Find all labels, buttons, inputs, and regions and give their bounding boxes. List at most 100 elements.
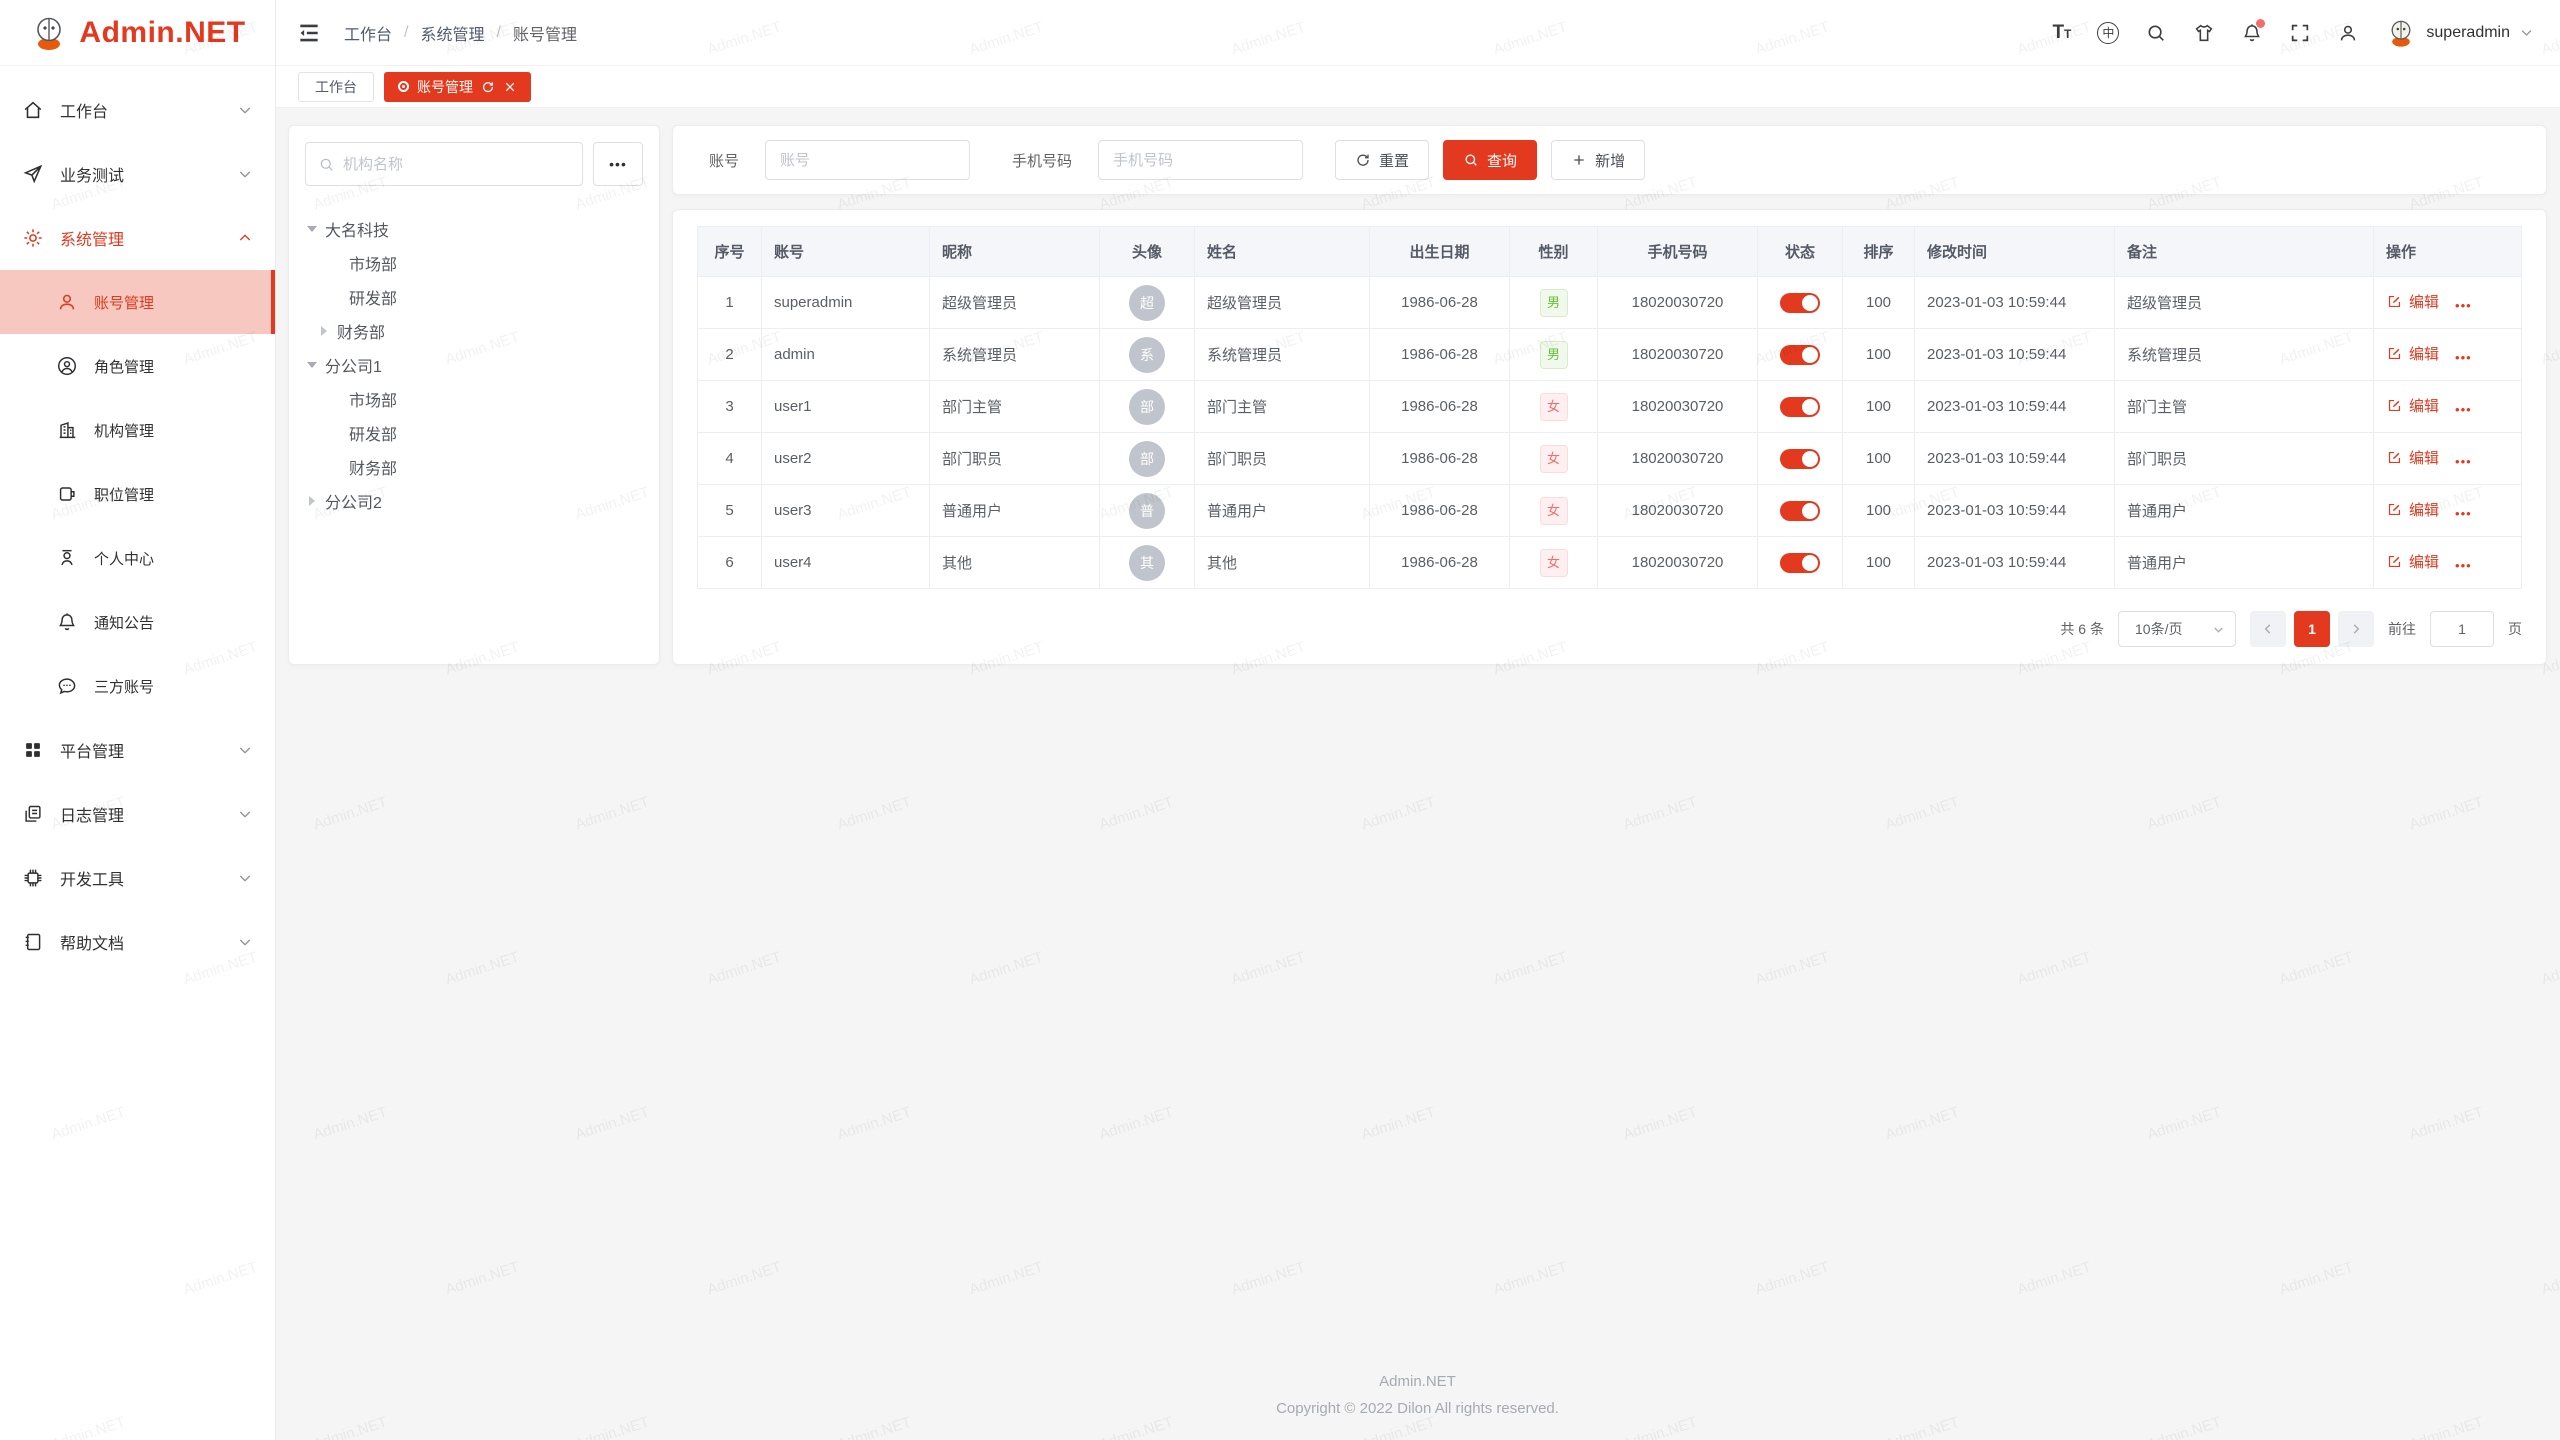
sidebar-item-business-test[interactable]: 业务测试	[0, 142, 275, 206]
table-row: 5 user3 普通用户 普 普通用户 1986-06-28 女 1802003…	[698, 485, 2522, 537]
edit-button[interactable]: 编辑	[2386, 447, 2439, 468]
sidebar-item-log-management[interactable]: 日志管理	[0, 782, 275, 846]
tree-node[interactable]: 研发部	[305, 280, 643, 314]
sidebar-item-personal-center[interactable]: 个人中心	[0, 526, 275, 590]
edit-icon	[2386, 293, 2403, 310]
sidebar-item-account-management[interactable]: 账号管理	[0, 270, 275, 334]
org-search-box	[305, 142, 583, 186]
more-actions-button[interactable]: •••	[2455, 402, 2472, 417]
profile-icon[interactable]	[2337, 22, 2359, 44]
avatar	[2385, 17, 2417, 49]
edit-button[interactable]: 编辑	[2386, 499, 2439, 520]
fullscreen-icon[interactable]	[2289, 22, 2311, 44]
tree-node[interactable]: 分公司2	[305, 484, 643, 518]
goto-page-input[interactable]	[2430, 611, 2494, 647]
col-name: 姓名	[1195, 227, 1370, 277]
col-gender: 性别	[1510, 227, 1598, 277]
tree-node[interactable]: 财务部	[305, 314, 643, 348]
sidebar-item-third-party-account[interactable]: 三方账号	[0, 654, 275, 718]
sidebar-item-notice[interactable]: 通知公告	[0, 590, 275, 654]
header-actions: TT 中 super	[2052, 17, 2534, 49]
sidebar-item-system-management[interactable]: 系统管理	[0, 206, 275, 270]
breadcrumb-item[interactable]: 账号管理	[513, 21, 577, 45]
tree-more-button[interactable]: •••	[593, 142, 643, 186]
edit-button[interactable]: 编辑	[2386, 395, 2439, 416]
sidebar-item-workbench[interactable]: 工作台	[0, 78, 275, 142]
account-input[interactable]	[765, 140, 970, 180]
more-actions-button[interactable]: •••	[2455, 506, 2472, 521]
sidebar-item-help-docs[interactable]: 帮助文档	[0, 910, 275, 974]
filter-bar: 账号 手机号码 重置 查询	[672, 125, 2547, 195]
prev-page-button[interactable]	[2250, 611, 2286, 647]
sidebar-item-label: 平台管理	[60, 738, 237, 762]
avatar: 系	[1129, 337, 1165, 373]
more-actions-button[interactable]: •••	[2455, 454, 2472, 469]
phone-input[interactable]	[1098, 140, 1303, 180]
gender-tag: 男	[1540, 341, 1568, 369]
chevron-up-icon	[237, 230, 253, 246]
menu-fold-icon[interactable]	[296, 20, 322, 46]
tab-label: 账号管理	[417, 77, 473, 97]
search-icon[interactable]	[2145, 22, 2167, 44]
tree-node[interactable]: 财务部	[305, 450, 643, 484]
page-size-select[interactable]: 10条/页	[2118, 611, 2236, 647]
status-toggle[interactable]	[1780, 397, 1820, 417]
main-area: 工作台 / 系统管理 / 账号管理 TT 中	[276, 0, 2560, 1440]
tree-node[interactable]: 研发部	[305, 416, 643, 450]
role-icon	[56, 355, 78, 377]
edit-button[interactable]: 编辑	[2386, 291, 2439, 312]
user-menu[interactable]: superadmin	[2385, 17, 2534, 49]
avatar: 超	[1129, 285, 1165, 321]
sidebar-item-label: 业务测试	[60, 162, 237, 186]
query-button[interactable]: 查询	[1443, 140, 1537, 180]
top-header: 工作台 / 系统管理 / 账号管理 TT 中	[276, 0, 2560, 66]
sidebar-item-label: 职位管理	[94, 484, 253, 505]
page-unit-label: 页	[2508, 619, 2522, 639]
plus-icon	[1571, 152, 1587, 168]
tree-node[interactable]: 市场部	[305, 246, 643, 280]
breadcrumb-item[interactable]: 系统管理	[420, 21, 484, 45]
tree-node[interactable]: 分公司1	[305, 348, 643, 382]
current-page[interactable]: 1	[2294, 611, 2330, 647]
tab-workbench[interactable]: 工作台	[298, 72, 374, 102]
app-logo[interactable]: Admin.NET	[0, 0, 275, 66]
sidebar-item-role-management[interactable]: 角色管理	[0, 334, 275, 398]
documents-icon	[22, 803, 44, 825]
more-actions-button[interactable]: •••	[2455, 558, 2472, 573]
username: superadmin	[2426, 24, 2510, 42]
refresh-icon[interactable]	[481, 80, 495, 94]
edit-icon	[2386, 449, 2403, 466]
theme-tshirt-icon[interactable]	[2193, 22, 2215, 44]
edit-icon	[2386, 345, 2403, 362]
breadcrumb-item[interactable]: 工作台	[344, 21, 392, 45]
status-toggle[interactable]	[1780, 293, 1820, 313]
tree-node[interactable]: 大名科技	[305, 212, 643, 246]
tree-node[interactable]: 市场部	[305, 382, 643, 416]
tab-label: 工作台	[315, 77, 357, 97]
status-toggle[interactable]	[1780, 345, 1820, 365]
status-toggle[interactable]	[1780, 553, 1820, 573]
reset-button[interactable]: 重置	[1335, 140, 1429, 180]
tab-account-management[interactable]: 账号管理	[384, 72, 531, 102]
close-icon[interactable]	[503, 80, 517, 94]
next-page-button[interactable]	[2338, 611, 2374, 647]
system-submenu: 账号管理 角色管理 机构管理 职位管理 个人中心	[0, 270, 275, 718]
app-title: Admin.NET	[79, 16, 245, 50]
org-search-input[interactable]	[343, 156, 570, 173]
sidebar-item-org-management[interactable]: 机构管理	[0, 398, 275, 462]
edit-button[interactable]: 编辑	[2386, 343, 2439, 364]
language-icon[interactable]: 中	[2097, 22, 2119, 44]
notification-bell-icon[interactable]	[2241, 22, 2263, 44]
status-toggle[interactable]	[1780, 501, 1820, 521]
add-button[interactable]: 新增	[1551, 140, 1645, 180]
more-actions-button[interactable]: •••	[2455, 350, 2472, 365]
more-actions-button[interactable]: •••	[2455, 298, 2472, 313]
sidebar-item-position-management[interactable]: 职位管理	[0, 462, 275, 526]
edit-button[interactable]: 编辑	[2386, 551, 2439, 572]
sidebar-item-dev-tools[interactable]: 开发工具	[0, 846, 275, 910]
font-size-icon[interactable]: TT	[2052, 22, 2071, 44]
status-toggle[interactable]	[1780, 449, 1820, 469]
cpu-icon	[22, 867, 44, 889]
gender-tag: 女	[1540, 549, 1568, 577]
sidebar-item-platform-management[interactable]: 平台管理	[0, 718, 275, 782]
